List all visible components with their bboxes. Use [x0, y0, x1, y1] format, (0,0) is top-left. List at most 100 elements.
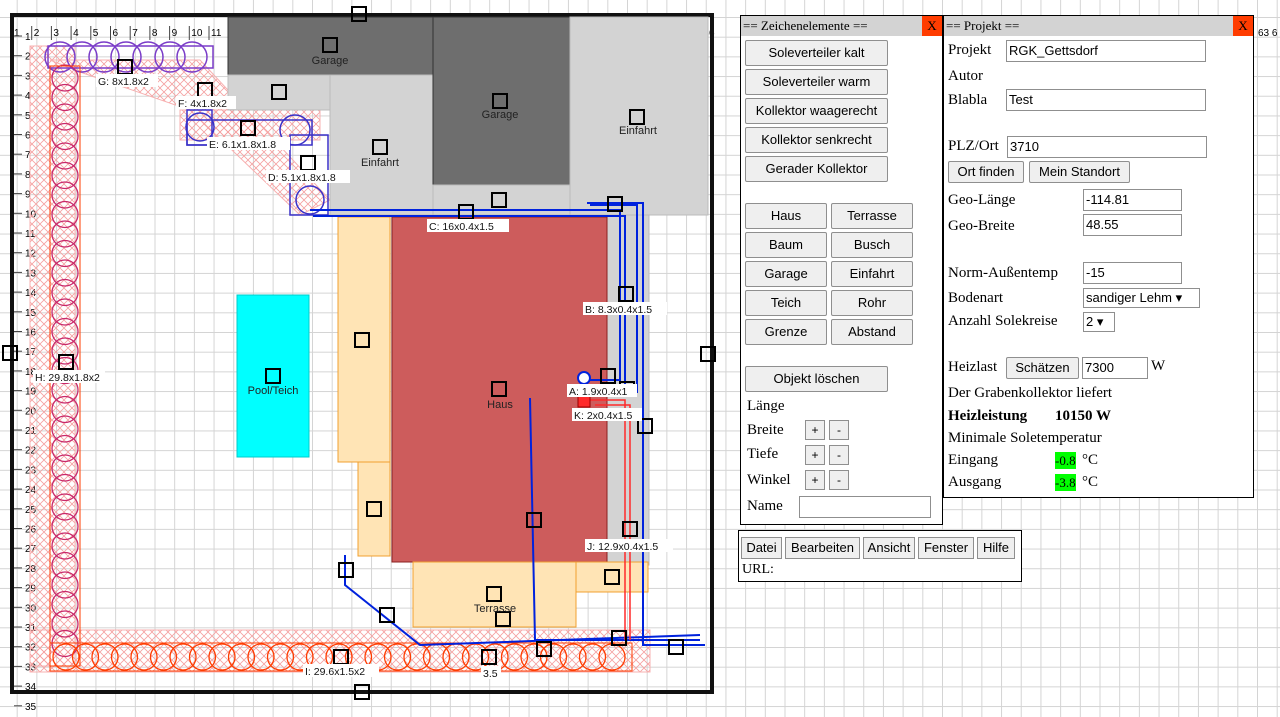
busch-button[interactable]: Busch: [831, 232, 913, 258]
ruler-top-tick: 4: [73, 28, 79, 39]
ruler-top-tick: 10: [191, 28, 203, 39]
label-g: G: 8x1.8x2: [98, 76, 149, 88]
heizleistung-label: Heizleistung: [948, 408, 1028, 424]
ort-finden-button[interactable]: Ort finden: [948, 161, 1024, 183]
kollektor-senkrecht-button[interactable]: Kollektor senkrecht: [745, 127, 888, 153]
close-icon[interactable]: X: [1233, 16, 1253, 36]
einfahrt-strip[interactable]: [227, 74, 331, 111]
eingang-value: -0.8: [1055, 452, 1076, 469]
terrace-left-1[interactable]: [337, 216, 391, 463]
tiefe-plus-button[interactable]: +: [805, 445, 825, 465]
terrace-left-2[interactable]: [357, 461, 391, 557]
autor-label: Autor: [948, 68, 983, 84]
url-label: URL:: [742, 562, 774, 577]
soleverteiler-warm-button[interactable]: Soleverteiler warm: [745, 69, 888, 95]
min-soletemp-text: Minimale Soletemperatur: [948, 430, 1102, 446]
label-i: I: 29.6x1.5x2: [305, 666, 365, 678]
solekreise-select[interactable]: 2 ▾: [1083, 312, 1115, 332]
label-einfahrt-1: Einfahrt: [361, 157, 399, 169]
menu-fenster[interactable]: Fenster: [918, 537, 974, 559]
menu-hilfe[interactable]: Hilfe: [977, 537, 1015, 559]
bodenart-value: sandiger Lehm: [1086, 290, 1172, 305]
projekt-title[interactable]: == Projekt == X: [944, 16, 1253, 36]
solekreise-value: 2: [1086, 314, 1094, 329]
heizlast-field[interactable]: 7300: [1082, 357, 1148, 379]
chevron-down-icon: ▾: [1175, 290, 1183, 305]
tiefe-minus-button[interactable]: -: [829, 445, 849, 465]
schaetzen-button[interactable]: Schätzen: [1006, 357, 1079, 379]
close-icon[interactable]: X: [922, 16, 942, 36]
handle-square[interactable]: [668, 639, 684, 655]
kollektor-waagerecht-button[interactable]: Kollektor waagerecht: [745, 98, 888, 124]
ausgang-value: -3.8: [1055, 474, 1076, 491]
grenze-button[interactable]: Grenze: [745, 319, 827, 345]
blabla-label: Blabla: [948, 92, 988, 108]
winkel-plus-button[interactable]: +: [805, 470, 825, 490]
baum-button[interactable]: Baum: [745, 232, 827, 258]
menu-ansicht[interactable]: Ansicht: [863, 537, 915, 559]
label-h: H: 29.8x1.8x2: [35, 372, 100, 384]
label-c: C: 16x0.4x1.5: [429, 221, 494, 233]
winkel-label: Winkel: [747, 472, 791, 488]
ruler-top-tick: 1: [14, 28, 20, 39]
heizlast-unit: W: [1151, 358, 1166, 374]
zeichenelemente-title-text: == Zeichenelemente ==: [743, 18, 868, 33]
heizlast-label: Heizlast: [948, 359, 998, 375]
terrace-bottom-right[interactable]: [575, 561, 649, 593]
menu-panel: Datei Bearbeiten Ansicht Fenster Hilfe U…: [738, 530, 1022, 582]
ruler-top-tick: 7: [132, 28, 138, 39]
liefert-text: Der Grabenkollektor liefert: [948, 385, 1113, 401]
label-f: F: 4x1.8x2: [178, 98, 227, 110]
ausgang-unit: °C: [1082, 474, 1099, 490]
ruler-top-tick: 6: [113, 28, 119, 39]
geo-breite-label: Geo-Breite: [948, 218, 1015, 234]
winkel-minus-button[interactable]: -: [829, 470, 849, 490]
blabla-field[interactable]: Test: [1006, 89, 1206, 111]
breite-label: Breite: [747, 422, 784, 438]
objekt-loeschen-button[interactable]: Objekt löschen: [745, 366, 888, 392]
geo-laenge-field[interactable]: -114.81: [1083, 189, 1182, 211]
menu-bearbeiten[interactable]: Bearbeiten: [785, 537, 860, 559]
menu-datei[interactable]: Datei: [741, 537, 782, 559]
projekt-title-text: == Projekt ==: [946, 18, 1020, 33]
plz-ort-label: PLZ/Ort: [948, 138, 999, 154]
ruler-top-tick: 5: [93, 28, 99, 39]
projekt-field[interactable]: RGK_Gettsdorf: [1006, 40, 1206, 62]
ruler-right-edge: 63 6: [1258, 28, 1278, 39]
einfahrt-area-2[interactable]: [569, 16, 709, 216]
eingang-label: Eingang: [948, 452, 998, 468]
terrace-bottom[interactable]: [412, 561, 577, 628]
label-distance: 3.5: [483, 668, 498, 680]
garage-area-2[interactable]: [432, 16, 571, 186]
zeichenelemente-title[interactable]: == Zeichenelemente == X: [741, 16, 942, 36]
gerader-kollektor-button[interactable]: Gerader Kollektor: [745, 156, 888, 182]
rohr-button[interactable]: Rohr: [831, 290, 913, 316]
geo-breite-field[interactable]: 48.55: [1083, 214, 1182, 236]
garage-button[interactable]: Garage: [745, 261, 827, 287]
teich-button[interactable]: Teich: [745, 290, 827, 316]
soleverteiler-kalt-button[interactable]: Soleverteiler kalt: [745, 40, 888, 66]
name-label: Name: [747, 498, 783, 514]
label-pool: Pool/Teich: [248, 385, 299, 397]
soleverteiler-kalt[interactable]: [577, 371, 591, 385]
heizleistung-value: 10150 W: [1055, 408, 1111, 424]
abstand-button[interactable]: Abstand: [831, 319, 913, 345]
pool-area[interactable]: [236, 294, 310, 458]
bodenart-select[interactable]: sandiger Lehm ▾: [1083, 288, 1200, 308]
einfahrt-area-1[interactable]: [329, 74, 434, 216]
tiefe-label: Tiefe: [747, 446, 779, 462]
handle-square[interactable]: [300, 155, 316, 171]
label-garage-1: Garage: [312, 55, 349, 67]
norm-aussentemp-field[interactable]: -15: [1083, 262, 1182, 284]
terrasse-button[interactable]: Terrasse: [831, 203, 913, 229]
ruler-top-tick: 9: [172, 28, 178, 39]
label-k: K: 2x0.4x1.5: [574, 410, 633, 422]
plz-ort-field[interactable]: 3710: [1007, 136, 1207, 158]
mein-standort-button[interactable]: Mein Standort: [1029, 161, 1130, 183]
name-field[interactable]: [799, 496, 931, 518]
einfahrt-button[interactable]: Einfahrt: [831, 261, 913, 287]
breite-plus-button[interactable]: +: [805, 420, 825, 440]
haus-button[interactable]: Haus: [745, 203, 827, 229]
breite-minus-button[interactable]: -: [829, 420, 849, 440]
ruler-left-tick: 1: [25, 32, 31, 43]
